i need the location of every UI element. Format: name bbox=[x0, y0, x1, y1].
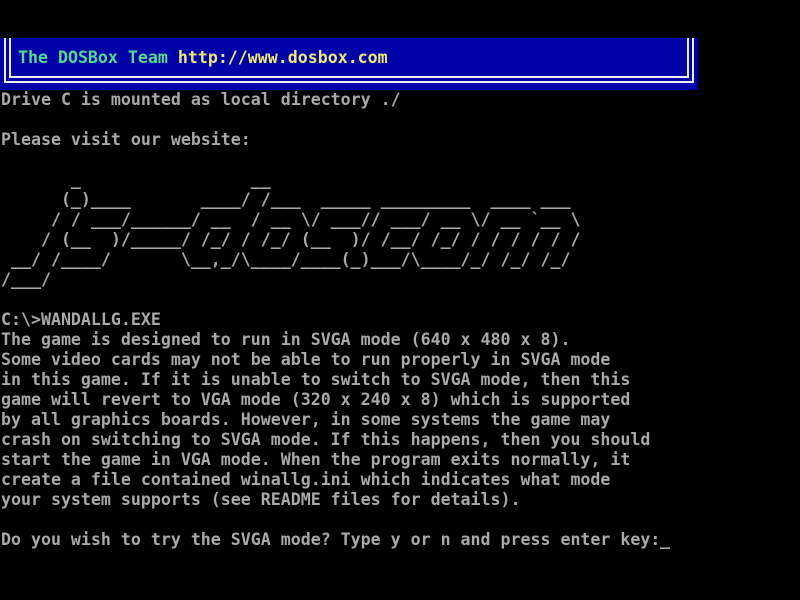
banner-url-text: http://www.dosbox.com bbox=[178, 49, 388, 67]
text-cursor: _ bbox=[660, 530, 670, 550]
banner-team-label: The DOSBox Team bbox=[18, 49, 168, 67]
dos-terminal-screen[interactable]: The DOSBox Team http://www.dosbox.com Dr… bbox=[0, 0, 800, 600]
console-output[interactable]: Drive C is mounted as local directory ./… bbox=[1, 90, 660, 550]
banner-title-line: The DOSBox Team http://www.dosbox.com bbox=[18, 49, 388, 67]
